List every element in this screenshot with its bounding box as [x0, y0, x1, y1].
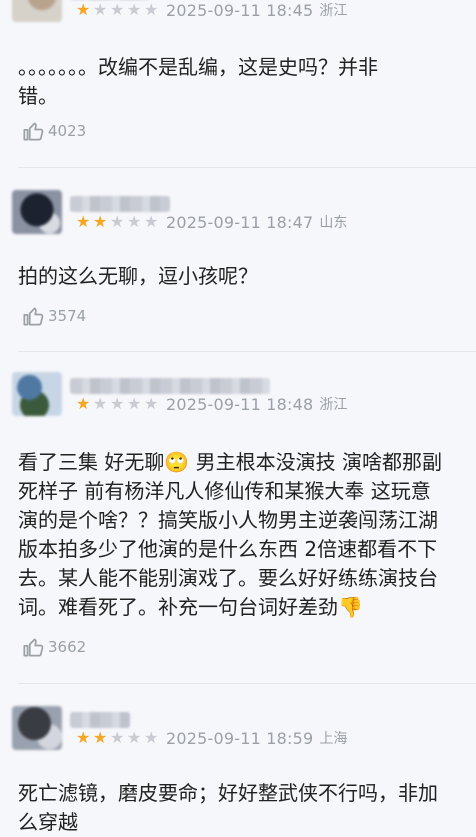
star-icon: ★ [144, 212, 159, 231]
divider [18, 683, 476, 684]
review-content-line: 拍的这么无聊，逗小孩呢？ [18, 264, 258, 288]
star-icon: ★ [144, 394, 159, 413]
review-content-line: 错。 [18, 84, 58, 108]
review-region: 浙江 [319, 3, 348, 19]
review-item: ★ ★ ★ ★ ★ 2025-09-11 18:59 上海 死亡滤镜，磨皮要命；… [0, 706, 476, 834]
thumbs-up-icon [23, 638, 44, 657]
review-header: ★ ★ ★ ★ ★ 2025-09-11 18:45 浙江 [12, 0, 472, 22]
avatar[interactable] [12, 190, 62, 234]
review-content: 死亡滤镜，磨皮要命；好好整武侠不行吗，非加 么穿越 [18, 779, 476, 837]
review-meta: ★ ★ ★ ★ ★ 2025-09-11 18:48 浙江 [76, 394, 347, 414]
star-icon: ★ [127, 728, 142, 747]
review-date: 2025-09-11 18:47 [166, 212, 314, 232]
star-icon: ★ [93, 212, 108, 231]
star-icon: ★ [76, 0, 91, 19]
star-icon: ★ [76, 394, 91, 413]
username[interactable] [70, 378, 270, 394]
review-meta: ★ ★ ★ ★ ★ 2025-09-11 18:45 浙江 [76, 0, 347, 20]
review-content: 拍的这么无聊，逗小孩呢？ [18, 262, 476, 291]
review-date: 2025-09-11 18:59 [166, 728, 314, 748]
star-icon: ★ [127, 394, 142, 413]
star-icon: ★ [144, 0, 159, 19]
review-item: ★ ★ ★ ★ ★ 2025-09-11 18:45 浙江 。。。。。。。改编不… [0, 0, 476, 168]
review-content-line: 看了三集 好无聊🙄 男主根本没演技 演啥都那副 [18, 450, 442, 474]
review-item: ★ ★ ★ ★ ★ 2025-09-11 18:47 山东 拍的这么无聊，逗小孩… [0, 190, 476, 350]
star-icon: ★ [110, 0, 125, 19]
star-icon: ★ [110, 212, 125, 231]
star-icon: ★ [127, 0, 142, 19]
rating-stars: ★ ★ ★ ★ ★ [76, 396, 160, 412]
thumbs-up-icon [23, 307, 44, 326]
review-item: ★ ★ ★ ★ ★ 2025-09-11 18:48 浙江 看了三集 好无聊🙄 … [0, 372, 476, 682]
review-content-line: 死样子 前有杨洋凡人修仙传和某猴大奉 这玩意 [18, 479, 431, 503]
review-content: 看了三集 好无聊🙄 男主根本没演技 演啥都那副 死样子 前有杨洋凡人修仙传和某猴… [18, 448, 476, 622]
star-icon: ★ [110, 728, 125, 747]
review-content-line: 么穿越 [18, 810, 78, 834]
star-icon: ★ [144, 728, 159, 747]
review-content-line: 。。。。。。。改编不是乱编，这是史吗？并非 [18, 55, 378, 79]
star-icon: ★ [93, 728, 108, 747]
like-count: 3662 [48, 638, 87, 656]
star-icon: ★ [76, 728, 91, 747]
review-region: 浙江 [319, 397, 348, 413]
username[interactable] [70, 196, 170, 212]
review-header: ★ ★ ★ ★ ★ 2025-09-11 18:47 山东 [12, 190, 472, 234]
review-header: ★ ★ ★ ★ ★ 2025-09-11 18:59 上海 [12, 706, 472, 750]
like-button[interactable]: 3574 [20, 303, 86, 329]
review-meta: ★ ★ ★ ★ ★ 2025-09-11 18:59 上海 [76, 728, 347, 748]
username[interactable] [70, 712, 130, 728]
like-count: 4023 [48, 122, 87, 140]
review-region: 上海 [319, 731, 348, 747]
review-header: ★ ★ ★ ★ ★ 2025-09-11 18:48 浙江 [12, 372, 472, 416]
avatar[interactable] [12, 0, 62, 22]
review-content: 。。。。。。。改编不是乱编，这是史吗？并非 错。 [18, 53, 476, 111]
avatar[interactable] [12, 706, 62, 750]
review-content-line: 版本拍多少了他演的是什么东西 2倍速都看不下 [18, 537, 438, 561]
review-content-line: 去。某人能不能别演戏了。要么好好练练演技台 [18, 566, 438, 590]
review-date: 2025-09-11 18:45 [166, 0, 314, 20]
rating-stars: ★ ★ ★ ★ ★ [76, 214, 160, 230]
like-button[interactable]: 3662 [20, 634, 86, 660]
avatar[interactable] [12, 372, 62, 416]
review-meta: ★ ★ ★ ★ ★ 2025-09-11 18:47 山东 [76, 212, 347, 232]
review-content-line: 死亡滤镜，磨皮要命；好好整武侠不行吗，非加 [18, 781, 438, 805]
thumbs-up-icon [23, 122, 44, 141]
star-icon: ★ [76, 212, 91, 231]
like-button[interactable]: 4023 [20, 118, 86, 144]
rating-stars: ★ ★ ★ ★ ★ [76, 730, 160, 746]
rating-stars: ★ ★ ★ ★ ★ [76, 2, 160, 18]
review-content-line: 演的是个啥？？搞笑版小人物男主逆袭闯荡江湖 [18, 508, 438, 532]
star-icon: ★ [93, 394, 108, 413]
review-content-line: 词。难看死了。补充一句台词好差劲👎 [18, 595, 363, 619]
star-icon: ★ [127, 212, 142, 231]
review-date: 2025-09-11 18:48 [166, 394, 314, 414]
like-count: 3574 [48, 307, 87, 325]
divider [18, 167, 476, 168]
divider [18, 351, 476, 352]
star-icon: ★ [110, 394, 125, 413]
review-region: 山东 [319, 215, 348, 231]
star-icon: ★ [93, 0, 108, 19]
